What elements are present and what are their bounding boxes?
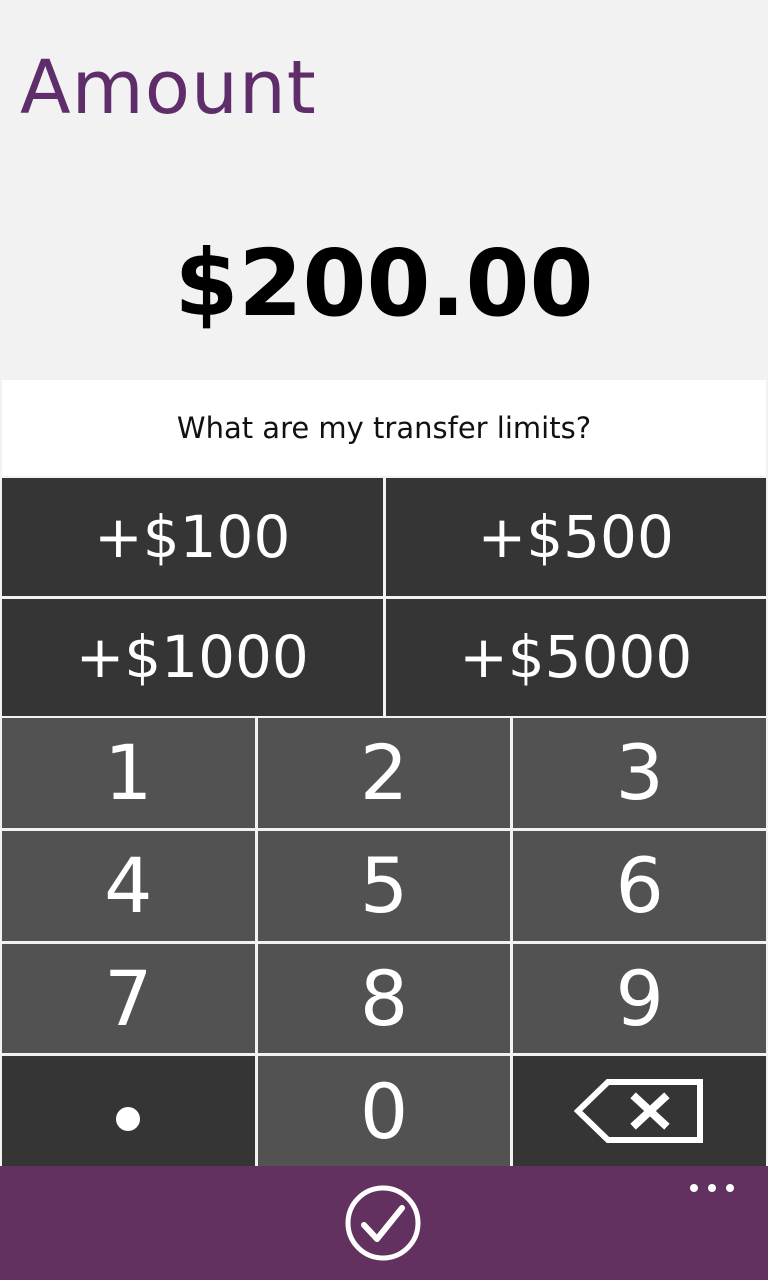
check-circle-icon	[345, 1185, 421, 1261]
transfer-limits-link[interactable]: What are my transfer limits?	[2, 380, 766, 476]
key-9[interactable]: 9	[513, 943, 766, 1054]
key-5[interactable]: 5	[257, 830, 511, 941]
more-options-button[interactable]	[690, 1180, 734, 1196]
key-1[interactable]: 1	[2, 718, 255, 828]
key-6[interactable]: 6	[513, 830, 766, 941]
add-100-button[interactable]: +$100	[2, 478, 383, 596]
backspace-key[interactable]	[513, 1056, 766, 1166]
number-keypad: 1 2 3 4 5 6 7 8 9 0	[0, 716, 768, 1166]
ellipsis-dot-icon	[690, 1184, 698, 1192]
ellipsis-dot-icon	[708, 1184, 716, 1192]
key-3[interactable]: 3	[513, 718, 766, 828]
app-bar	[0, 1166, 768, 1280]
page-title: Amount	[20, 45, 317, 131]
add-500-button[interactable]: +$500	[385, 478, 766, 596]
add-1000-button[interactable]: +$1000	[2, 598, 383, 716]
key-8[interactable]: 8	[257, 943, 511, 1054]
quick-add-grid: +$100 +$500 +$1000 +$5000	[0, 476, 768, 716]
ellipsis-dot-icon	[726, 1184, 734, 1192]
confirm-button[interactable]	[344, 1184, 422, 1262]
key-7[interactable]: 7	[2, 943, 255, 1054]
transfer-limits-label: What are my transfer limits?	[176, 411, 592, 445]
key-4[interactable]: 4	[2, 830, 255, 941]
key-0[interactable]: 0	[257, 1056, 511, 1166]
decimal-key[interactable]	[2, 1056, 255, 1166]
decimal-point-icon	[116, 1107, 141, 1132]
key-2[interactable]: 2	[257, 718, 511, 828]
backspace-icon	[573, 1079, 703, 1144]
add-5000-button[interactable]: +$5000	[385, 598, 766, 716]
amount-display: $200.00	[174, 230, 594, 337]
